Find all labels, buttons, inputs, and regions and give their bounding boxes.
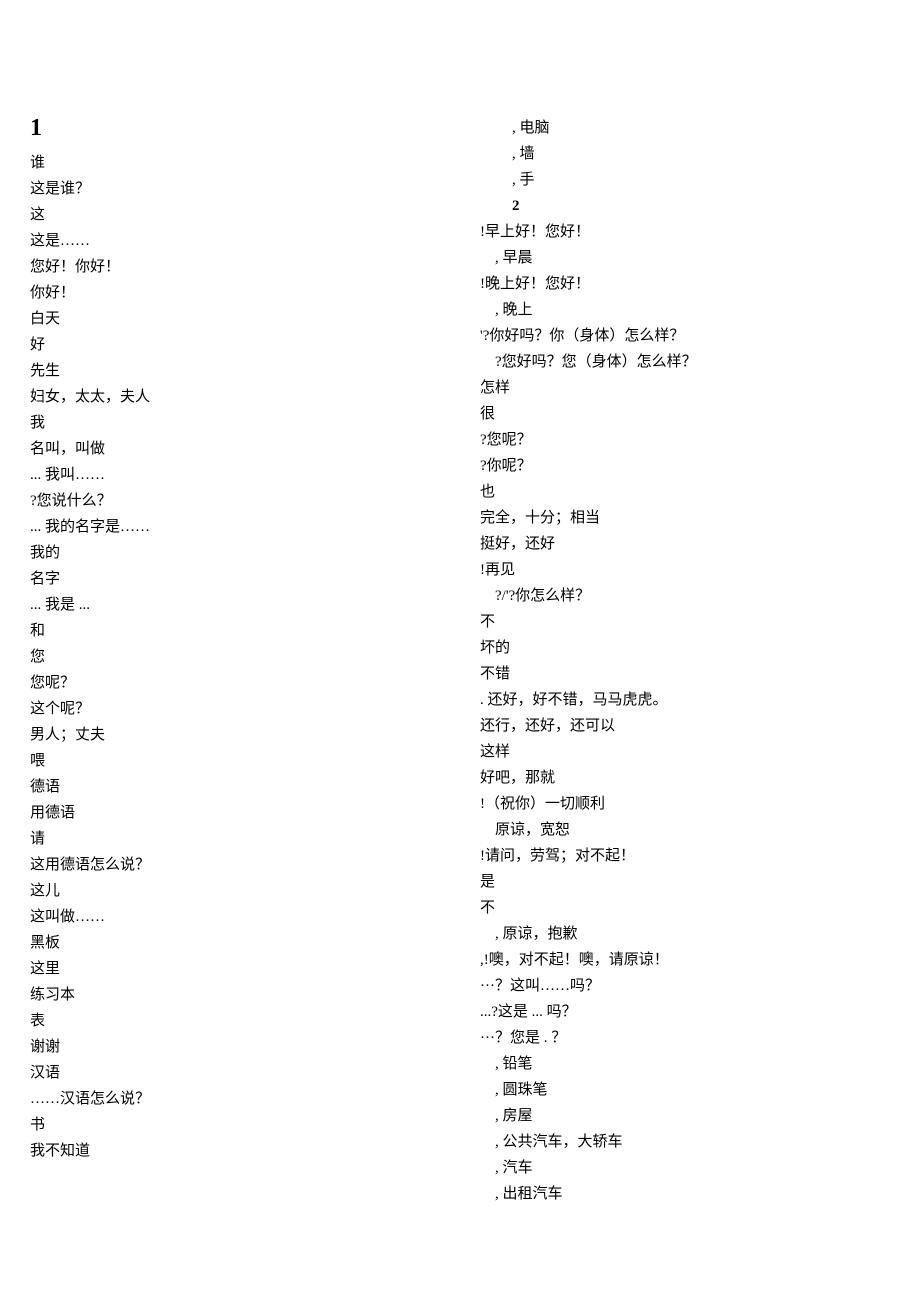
section-number-2: 2	[480, 193, 890, 219]
vocab-line: 完全，十分；相当	[480, 505, 890, 531]
vocab-line: 书	[30, 1112, 440, 1138]
vocab-line: 不	[480, 895, 890, 921]
vocab-line: , 汽车	[480, 1155, 890, 1181]
vocab-line: , 圆珠笔	[480, 1077, 890, 1103]
vocab-line: 妇女，太太，夫人	[30, 384, 440, 410]
vocab-line: 很	[480, 401, 890, 427]
vocab-line: 这是谁？	[30, 176, 440, 202]
vocab-line: ?您说什么？	[30, 488, 440, 514]
vocab-line: , 电脑	[480, 115, 890, 141]
vocab-line: 这里	[30, 956, 440, 982]
vocab-line: ,!噢，对不起！噢，请原谅！	[480, 947, 890, 973]
vocab-line: 和	[30, 618, 440, 644]
vocab-line: 您	[30, 644, 440, 670]
vocab-line: 汉语	[30, 1060, 440, 1086]
right-column: , 电脑 , 墙 , 手 2 !早上好！您好！ , 早晨 !晚上好！您好！ , …	[460, 115, 890, 1207]
vocab-line: ?你呢？	[480, 453, 890, 479]
vocab-line: 不错	[480, 661, 890, 687]
vocab-line: ?您呢？	[480, 427, 890, 453]
vocab-line: 男人；丈夫	[30, 722, 440, 748]
vocab-line: 我的	[30, 540, 440, 566]
vocab-line: , 房屋	[480, 1103, 890, 1129]
vocab-line: , 原谅，抱歉	[480, 921, 890, 947]
vocab-line: ... 我是 ...	[30, 592, 440, 618]
vocab-line: 名叫，叫做	[30, 436, 440, 462]
vocab-line: 白天	[30, 306, 440, 332]
vocab-line: 我不知道	[30, 1138, 440, 1164]
page-content: 1 谁 这是谁？ 这 这是…… 您好！你好！ 你好！ 白天 好 先生 妇女，太太…	[0, 0, 920, 1207]
vocab-line: 德语	[30, 774, 440, 800]
vocab-line: 黑板	[30, 930, 440, 956]
vocab-line: !早上好！您好！	[480, 219, 890, 245]
vocab-line: !晚上好！您好！	[480, 271, 890, 297]
vocab-line: 这	[30, 202, 440, 228]
vocab-line: , 公共汽车，大轿车	[480, 1129, 890, 1155]
vocab-line: 这是……	[30, 228, 440, 254]
vocab-line: 练习本	[30, 982, 440, 1008]
section-number-1: 1	[30, 115, 440, 142]
vocab-line: 挺好，还好	[480, 531, 890, 557]
vocab-line: 您好！你好！	[30, 254, 440, 280]
vocab-line: ···？您是 . ？	[480, 1025, 890, 1051]
vocab-line: ...?这是 ... 吗？	[480, 999, 890, 1025]
vocab-line: 怎样	[480, 375, 890, 401]
vocab-line: , 早晨	[480, 245, 890, 271]
vocab-line: ... 我叫……	[30, 462, 440, 488]
vocab-line: 还行，还好，还可以	[480, 713, 890, 739]
vocab-line: 也	[480, 479, 890, 505]
vocab-line: , 墙	[480, 141, 890, 167]
vocab-line: , 手	[480, 167, 890, 193]
vocab-line: !再见	[480, 557, 890, 583]
vocab-line: 好	[30, 332, 440, 358]
vocab-line: ···？这叫……吗？	[480, 973, 890, 999]
vocab-line: 这用德语怎么说？	[30, 852, 440, 878]
vocab-line: 这个呢？	[30, 696, 440, 722]
vocab-line: 谁	[30, 150, 440, 176]
vocab-line: !请问，劳驾；对不起！	[480, 843, 890, 869]
vocab-line: , 晚上	[480, 297, 890, 323]
vocab-line: 我	[30, 410, 440, 436]
vocab-line: 喂	[30, 748, 440, 774]
vocab-line: 原谅，宽恕	[480, 817, 890, 843]
vocab-line: ……汉语怎么说？	[30, 1086, 440, 1112]
vocab-line: 表	[30, 1008, 440, 1034]
vocab-line: , 铅笔	[480, 1051, 890, 1077]
vocab-line: 请	[30, 826, 440, 852]
vocab-line: 你好！	[30, 280, 440, 306]
vocab-line: 用德语	[30, 800, 440, 826]
vocab-line: !（祝你）一切顺利	[480, 791, 890, 817]
vocab-line: 不	[480, 609, 890, 635]
vocab-line: 先生	[30, 358, 440, 384]
vocab-line: 这样	[480, 739, 890, 765]
vocab-line: . 还好，好不错，马马虎虎。	[480, 687, 890, 713]
left-column: 1 谁 这是谁？ 这 这是…… 您好！你好！ 你好！ 白天 好 先生 妇女，太太…	[30, 115, 460, 1207]
vocab-line: 谢谢	[30, 1034, 440, 1060]
vocab-line: , 出租汽车	[480, 1181, 890, 1207]
vocab-line: '?你好吗？你（身体）怎么样？	[480, 323, 890, 349]
vocab-line: 好吧，那就	[480, 765, 890, 791]
vocab-line: 是	[480, 869, 890, 895]
vocab-line: ?您好吗？您（身体）怎么样？	[480, 349, 890, 375]
vocab-line: 您呢？	[30, 670, 440, 696]
vocab-line: 名字	[30, 566, 440, 592]
vocab-line: ?/'?你怎么样？	[480, 583, 890, 609]
vocab-line: 这儿	[30, 878, 440, 904]
vocab-line: 坏的	[480, 635, 890, 661]
vocab-line: 这叫做……	[30, 904, 440, 930]
vocab-line: ... 我的名字是……	[30, 514, 440, 540]
